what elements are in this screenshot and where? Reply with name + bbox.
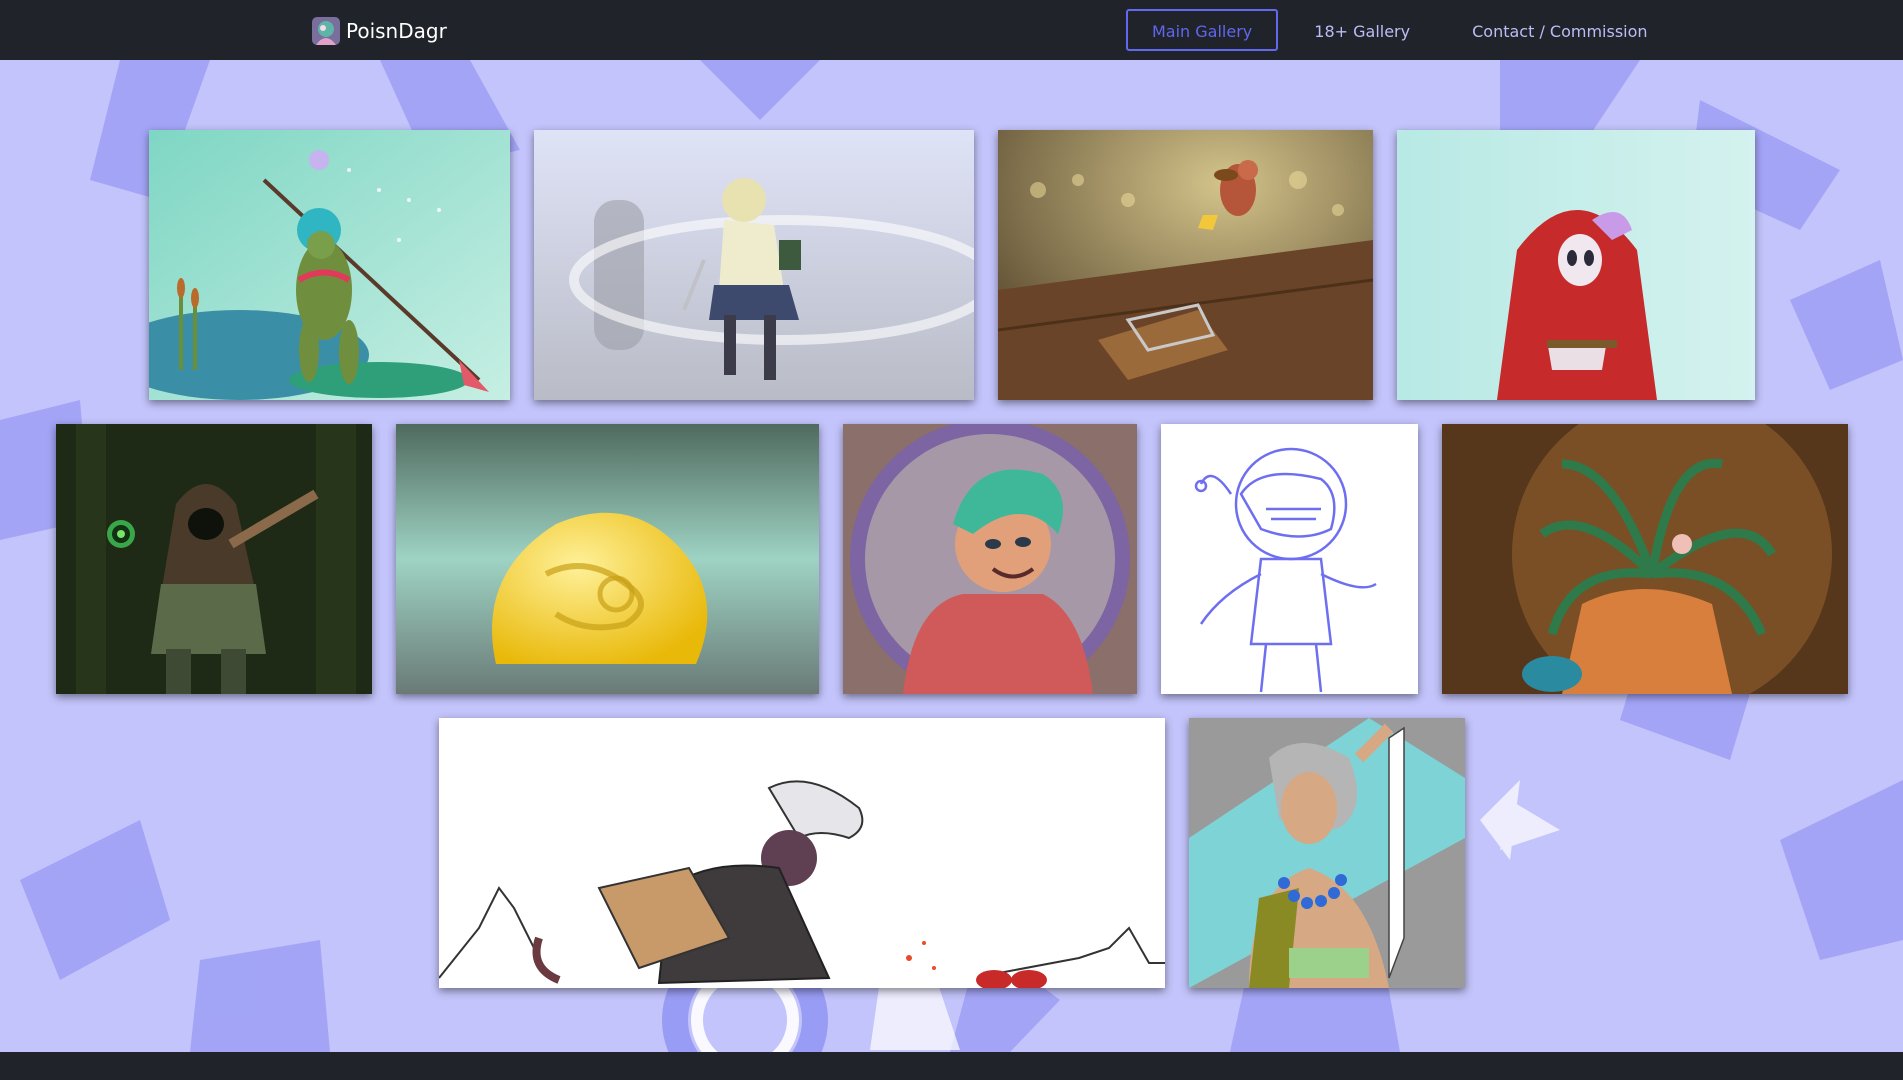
nav-contact-commission[interactable]: Contact / Commission	[1446, 9, 1673, 51]
astronaut-anglerfish-sketch-art[interactable]	[1160, 424, 1418, 694]
horned-warrior-lineart-art[interactable]	[438, 718, 1165, 988]
nav-adult-gallery[interactable]: 18+ Gallery	[1288, 9, 1436, 51]
footer-bar	[0, 1052, 1903, 1080]
nav-main-gallery[interactable]: Main Gallery	[1126, 9, 1279, 51]
fern-plant-creature-art[interactable]	[1441, 424, 1848, 694]
nav-links: Main Gallery 18+ Gallery Contact / Commi…	[1126, 8, 1674, 52]
brand-name: PoisnDagr	[346, 19, 447, 43]
hooded-forest-druid-art[interactable]	[55, 424, 372, 694]
schoolgirl-knife-swing-art[interactable]	[533, 130, 974, 400]
artist-avatar-icon	[312, 17, 340, 45]
hooded-mask-girl-art[interactable]	[1396, 130, 1755, 400]
top-navbar: PoisnDagr Main Gallery 18+ Gallery Conta…	[0, 0, 1903, 60]
green-hair-boy-bubble-art[interactable]	[842, 424, 1137, 694]
gallery-row	[0, 130, 1903, 400]
yellow-slime-blob-art[interactable]	[395, 424, 819, 694]
mouse-cheese-mousetrap-art[interactable]	[997, 130, 1373, 400]
beaded-necklace-woman-art[interactable]	[1188, 718, 1465, 988]
gallery-row	[0, 424, 1903, 694]
gallery-row	[0, 718, 1903, 988]
goblin-spear-swamp-art[interactable]	[148, 130, 510, 400]
brand-link[interactable]: PoisnDagr	[312, 16, 447, 46]
